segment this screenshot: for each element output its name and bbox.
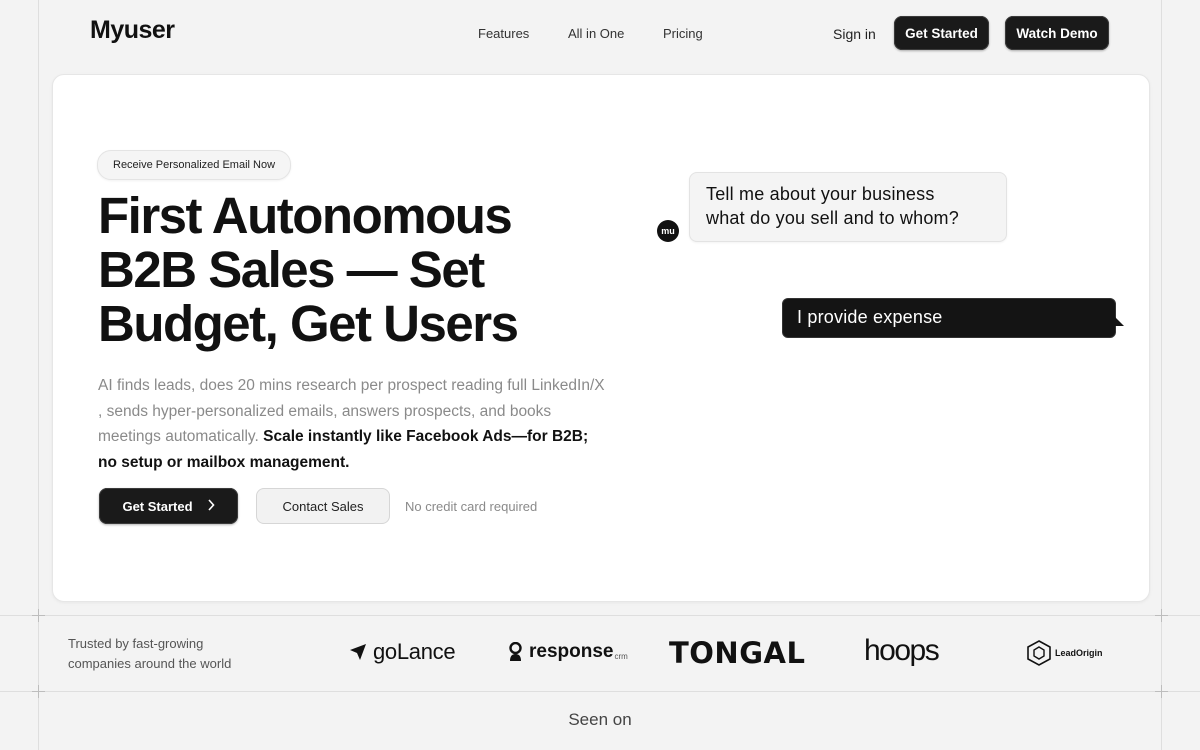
sign-in-link[interactable]: Sign in — [833, 26, 876, 42]
contact-sales-button[interactable]: Contact Sales — [256, 488, 390, 524]
plus-mark — [1155, 609, 1168, 622]
plus-mark — [1155, 685, 1168, 698]
site-header: Myuser Features All in One Pricing Sign … — [0, 0, 1200, 66]
seen-on-heading: Seen on — [568, 710, 632, 729]
chat-question-line-1: Tell me about your business — [706, 184, 935, 204]
response-crm-suffix: crm — [614, 652, 628, 661]
chat-answer-bubble: I provide expense — [782, 298, 1124, 338]
hero-card: Receive Personalized Email Now First Aut… — [52, 74, 1150, 602]
guide-line-left — [38, 0, 39, 750]
watch-demo-button[interactable]: Watch Demo — [1005, 16, 1109, 50]
guide-line-bottom — [0, 691, 1200, 692]
guide-line-right — [1161, 0, 1162, 750]
chat-question-line-2: what do you sell and to whom? — [706, 208, 959, 228]
assistant-avatar: mu — [657, 220, 679, 242]
leadorigin-hexagon-icon — [1027, 640, 1051, 666]
trusted-by-label: Trusted by fast-growing companies around… — [68, 636, 232, 671]
nav-all-in-one[interactable]: All in One — [568, 26, 624, 41]
leadorigin-logo: LeadOrigin — [1027, 640, 1103, 666]
bubble-tail — [1114, 316, 1124, 326]
leadorigin-wordmark: LeadOrigin — [1055, 648, 1103, 658]
headline-line-1: First Autonomous — [98, 187, 513, 244]
golance-logo-icon — [348, 642, 368, 662]
response-logo-icon — [508, 642, 523, 662]
golance-logo: goLance — [348, 639, 456, 665]
hero-get-started-button[interactable]: Get Started — [99, 488, 238, 524]
headline-line-3: Budget, Get Users — [98, 295, 519, 352]
nav-pricing[interactable]: Pricing — [663, 26, 703, 41]
no-credit-card-note: No credit card required — [405, 499, 538, 514]
plus-mark — [32, 609, 45, 622]
header-get-started-button[interactable]: Get Started — [894, 16, 989, 50]
guide-line-top — [0, 615, 1200, 616]
landing-page: Myuser Features All in One Pricing Sign … — [0, 0, 1200, 750]
tongal-logo: TONGAL — [669, 636, 806, 670]
golance-wordmark: goLance — [373, 639, 456, 664]
plus-mark — [32, 685, 45, 698]
hoops-logo: hoops — [864, 634, 940, 667]
chat-question-bubble: Tell me about your business what do you … — [689, 172, 1007, 242]
chat-answer-text: I provide expense — [797, 307, 943, 327]
brand-logo[interactable]: Myuser — [90, 16, 175, 45]
nav-features[interactable]: Features — [478, 26, 529, 41]
response-wordmark: response — [529, 641, 614, 662]
hero-headline: First Autonomous B2B Sales — Set Budget,… — [98, 189, 598, 351]
get-started-label: Get Started — [122, 498, 193, 514]
chevron-right-icon — [207, 498, 215, 514]
hero-description: AI finds leads, does 20 mins research pe… — [98, 373, 608, 475]
headline-line-2: B2B Sales — Set — [98, 241, 485, 298]
personalized-email-pill[interactable]: Receive Personalized Email Now — [97, 150, 292, 180]
response-crm-logo: response crm — [508, 641, 628, 663]
